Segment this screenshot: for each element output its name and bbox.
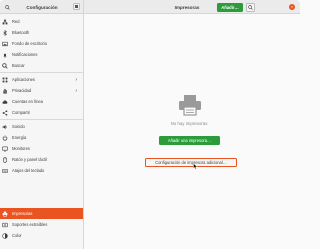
search-icon [248, 4, 253, 10]
share-icon [2, 109, 8, 116]
color-icon [2, 232, 8, 239]
sidebar-item-label: Monitores [12, 146, 30, 151]
sidebar-item-fondo[interactable]: Fondo de escritorio [0, 38, 83, 49]
background-icon [2, 41, 8, 47]
sidebar-item-label: Color [12, 233, 22, 238]
network-icon [2, 19, 8, 25]
printer-icon [179, 95, 201, 116]
add-printer-button[interactable]: Añadir una impresora… [159, 136, 220, 145]
keyboard-icon [2, 168, 8, 174]
apps-icon [2, 77, 8, 83]
search-button[interactable] [246, 2, 255, 12]
sidebar-item-red[interactable]: Red [0, 16, 83, 27]
empty-state-text: No hay impresoras [170, 121, 208, 126]
sidebar-header: Configuración [0, 0, 84, 14]
sidebar-separator [0, 119, 83, 120]
sidebar-item-monitores[interactable]: Monitores [0, 143, 83, 154]
sidebar-item-label: Sonido [12, 124, 25, 129]
sidebar-item-soportes[interactable]: Soportes extraíbles [0, 219, 83, 230]
mouse-icon [2, 156, 8, 163]
menu-button[interactable] [73, 3, 80, 10]
cloud-icon [2, 99, 8, 105]
sidebar-item-notificaciones[interactable]: Notificaciones [0, 49, 83, 60]
sidebar-item-impresoras[interactable]: Impresoras [0, 208, 83, 219]
sidebar-item-bluetooth[interactable]: Bluetooth [0, 27, 83, 38]
sidebar-separator [0, 72, 83, 73]
main-content: No hay impresoras Añadir una impresora… … [84, 14, 300, 249]
sidebar-item-label: Energía [12, 135, 27, 140]
sidebar-item-label: Soportes extraíbles [12, 222, 48, 227]
additional-printer-settings-button[interactable]: Configuración de impresora adicional… [145, 158, 237, 167]
sidebar-item-label: Cuentas en línea [12, 99, 43, 104]
bluetooth-icon [2, 29, 8, 36]
hand-icon [2, 88, 8, 94]
sidebar-title: Configuración [26, 4, 58, 10]
sidebar-item-label: Compartir [12, 110, 30, 115]
page-title: Impresoras [174, 4, 200, 10]
sidebar-item-label: Privacidad [12, 88, 32, 93]
sidebar-item-buscar[interactable]: Buscar [0, 60, 83, 71]
sidebar-item-label: Notificaciones [12, 52, 38, 57]
speaker-icon [2, 124, 8, 130]
sidebar: Red Bluetooth Fondo de escritorio Notifi… [0, 14, 84, 249]
sidebar-item-atajos[interactable]: Atajos del teclado [0, 165, 83, 176]
sidebar-item-energia[interactable]: Energía [0, 132, 83, 143]
sidebar-item-privacidad[interactable]: Privacidad › [0, 85, 83, 96]
sidebar-item-cuentas[interactable]: Cuentas en línea [0, 96, 83, 107]
sidebar-item-label: Impresoras [12, 211, 33, 216]
printer-icon [2, 211, 8, 217]
close-window-button[interactable]: × [289, 4, 295, 10]
power-icon [2, 134, 8, 141]
close-icon: × [290, 4, 294, 9]
sidebar-item-raton[interactable]: Ratón y panel táctil [0, 154, 83, 165]
sidebar-item-aplicaciones[interactable]: Aplicaciones › [0, 74, 83, 85]
chevron-right-icon: › [75, 76, 77, 83]
sidebar-item-label: Buscar [12, 63, 25, 68]
search-icon [2, 62, 8, 69]
sidebar-item-label: Atajos del teclado [12, 168, 45, 173]
monitor-icon [2, 146, 8, 152]
sidebar-item-sonido[interactable]: Sonido [0, 121, 83, 132]
mouse-cursor-icon [193, 163, 198, 170]
sidebar-item-label: Fondo de escritorio [12, 41, 48, 46]
chevron-right-icon: › [75, 87, 77, 94]
main-header: Impresoras Añadir… × [84, 0, 300, 14]
sidebar-item-compartir[interactable]: Compartir [0, 107, 83, 118]
media-icon [2, 222, 8, 228]
sidebar-item-label: Ratón y panel táctil [12, 157, 47, 162]
sidebar-item-label: Bluetooth [12, 30, 30, 35]
bell-icon [2, 52, 8, 58]
sidebar-item-label: Aplicaciones [12, 77, 35, 82]
sidebar-item-color[interactable]: Color [0, 230, 83, 241]
add-printer-header-button[interactable]: Añadir… [217, 2, 243, 12]
sidebar-item-label: Red [12, 19, 20, 24]
